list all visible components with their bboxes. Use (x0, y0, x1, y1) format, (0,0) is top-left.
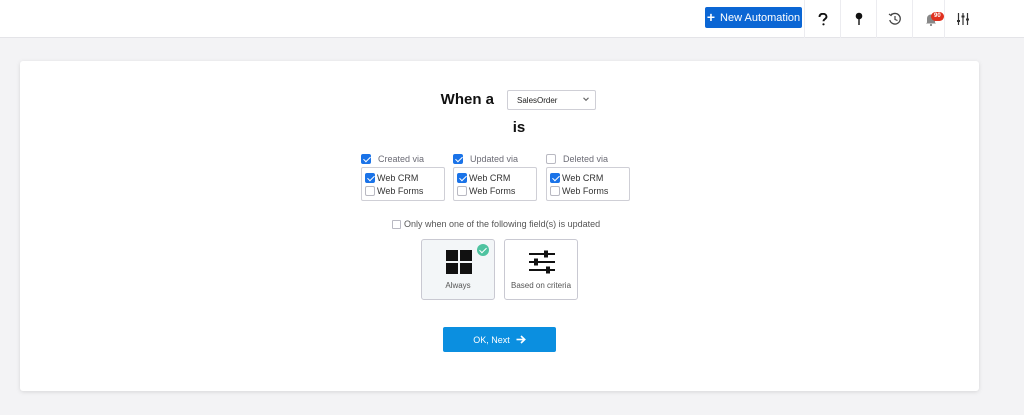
only-when-updated-checkbox[interactable] (392, 219, 401, 229)
sliders-icon[interactable] (944, 0, 980, 38)
updated-via-checkbox[interactable] (453, 153, 463, 164)
arrow-right-icon (516, 335, 526, 344)
updated-web-forms-option[interactable]: Web Forms (457, 184, 536, 197)
new-automation-label: New Automation (720, 11, 801, 24)
deleted-via-toggle[interactable]: Deleted via (546, 152, 631, 165)
updated-web-crm-checkbox[interactable] (457, 172, 467, 183)
deleted-via-options: Web CRM Web Forms (546, 167, 630, 201)
new-automation-button[interactable]: + New Automation (705, 7, 802, 28)
selected-check-icon (477, 244, 489, 256)
top-toolbar: + New Automation 90 (0, 0, 1024, 38)
trigger-group-updated: Updated via Web CRM Web Forms (453, 152, 538, 201)
trigger-group-deleted: Deleted via Web CRM Web Forms (546, 152, 631, 201)
grid-icon (446, 250, 472, 274)
updated-web-crm-option[interactable]: Web CRM (457, 171, 536, 184)
option-label: Web Forms (377, 185, 424, 196)
only-when-updated-label: Only when one of the following field(s) … (404, 219, 601, 229)
option-label: Web Forms (562, 185, 609, 196)
module-select-value: SalesOrder (517, 96, 558, 105)
deleted-web-forms-option[interactable]: Web Forms (550, 184, 629, 197)
deleted-via-label: Deleted via (563, 153, 609, 164)
based-on-criteria-option-card[interactable]: Based on criteria (504, 239, 578, 300)
updated-via-label: Updated via (470, 153, 519, 164)
created-via-toggle[interactable]: Created via (361, 152, 446, 165)
updated-via-options: Web CRM Web Forms (453, 167, 537, 201)
created-web-crm-option[interactable]: Web CRM (365, 171, 444, 184)
deleted-web-crm-checkbox[interactable] (550, 172, 560, 183)
is-label: is (512, 119, 526, 136)
filter-sliders-icon (529, 250, 555, 274)
plus-icon: + (706, 9, 716, 25)
option-label: Web Forms (469, 185, 516, 196)
deleted-via-checkbox[interactable] (546, 153, 556, 164)
ok-next-label: OK, Next (473, 334, 510, 345)
created-via-options: Web CRM Web Forms (361, 167, 445, 201)
created-via-checkbox[interactable] (361, 153, 371, 164)
deleted-web-forms-checkbox[interactable] (550, 185, 560, 196)
pin-icon[interactable] (840, 0, 876, 38)
module-select[interactable]: SalesOrder (507, 90, 596, 110)
deleted-web-crm-option[interactable]: Web CRM (550, 171, 629, 184)
always-label: Always (445, 281, 471, 290)
created-via-label: Created via (378, 153, 425, 164)
always-option-card[interactable]: Always (421, 239, 495, 300)
only-when-updated-option[interactable]: Only when one of the following field(s) … (392, 219, 652, 229)
option-label: Web CRM (469, 172, 511, 183)
notification-badge: 90 (931, 12, 944, 21)
notifications-button[interactable]: 90 (912, 0, 948, 38)
created-web-forms-checkbox[interactable] (365, 185, 375, 196)
trigger-group-created: Created via Web CRM Web Forms (361, 152, 446, 201)
when-label: When a (440, 91, 494, 108)
option-label: Web CRM (377, 172, 419, 183)
created-web-crm-checkbox[interactable] (365, 172, 375, 183)
history-icon[interactable] (876, 0, 912, 38)
ok-next-button[interactable]: OK, Next (443, 327, 556, 352)
updated-via-toggle[interactable]: Updated via (453, 152, 538, 165)
chevron-down-icon (583, 97, 589, 102)
option-label: Web CRM (562, 172, 604, 183)
created-web-forms-option[interactable]: Web Forms (365, 184, 444, 197)
based-on-criteria-label: Based on criteria (510, 281, 572, 290)
help-icon[interactable] (804, 0, 840, 38)
automation-trigger-card: When a SalesOrder is Created via Web CRM… (20, 61, 979, 391)
updated-web-forms-checkbox[interactable] (457, 185, 467, 196)
